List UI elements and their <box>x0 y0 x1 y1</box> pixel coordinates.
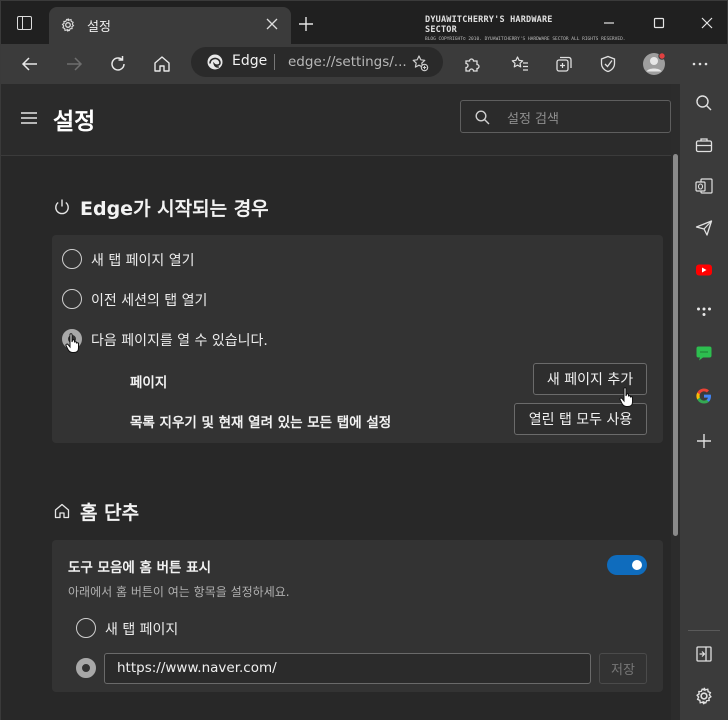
hand-cursor-icon <box>65 333 79 353</box>
page-title: 설정 <box>53 109 96 135</box>
tab-settings[interactable]: 설정 <box>49 7 291 45</box>
clear-and-set-label: 목록 지우기 및 현재 열려 있는 모든 탭에 설정 <box>130 415 392 431</box>
messenger-icon[interactable] <box>694 343 714 363</box>
show-home-toggle[interactable] <box>607 555 647 575</box>
home-url-value: https://www.naver.com/ <box>117 660 277 676</box>
sidebar-divider <box>688 630 720 631</box>
power-icon <box>55 199 69 215</box>
search-icon[interactable] <box>694 93 714 113</box>
home-button[interactable] <box>149 51 175 77</box>
home-card: 도구 모음에 홈 버튼 표시 아래에서 홈 버튼이 여는 항목을 설정하세요. … <box>52 540 663 692</box>
site-label: Edge <box>232 53 268 69</box>
toolbar: Edge edge://settings/... <box>0 44 728 84</box>
watermark-copyright: BLOG COPYRIGHT© 2010. DYUAWITCHERRY'S HA… <box>425 37 626 42</box>
add-icon[interactable] <box>694 431 714 451</box>
tools-briefcase-icon[interactable] <box>694 135 714 155</box>
maximize-button[interactable] <box>649 13 669 33</box>
home-icon <box>154 56 170 72</box>
profile-button[interactable] <box>641 51 667 77</box>
radio-previous-session[interactable] <box>62 289 82 309</box>
google-icon[interactable] <box>694 386 714 406</box>
extensions-button[interactable] <box>459 51 485 77</box>
radio-new-tab[interactable] <box>62 249 82 269</box>
watermark: DYUAWITCHERRY'S HARDWARE SECTOR BLOG COP… <box>425 15 626 42</box>
option-specific-pages-label: 다음 페이지를 열 수 있습니다. <box>91 333 268 349</box>
heart-shield-icon <box>600 55 616 73</box>
gear-icon <box>61 18 75 32</box>
show-home-label: 도구 모음에 홈 버튼 표시 <box>68 560 211 576</box>
favorites-icon <box>511 56 528 71</box>
back-arrow-icon <box>21 57 37 71</box>
address-bar[interactable]: Edge edge://settings/... <box>191 47 443 77</box>
settings-page: 설정 설정 검색 Edge가 시작되는 경우 새 탭 페이지 열기 이전 세션의… <box>0 84 681 720</box>
option-previous-session-label: 이전 세션의 탭 열기 <box>91 293 208 309</box>
youtube-icon[interactable] <box>694 260 714 280</box>
radio-home-new-tab[interactable] <box>76 618 96 638</box>
search-input[interactable]: 설정 검색 <box>460 100 671 133</box>
radio-home-url[interactable] <box>76 658 96 678</box>
refresh-button[interactable] <box>105 51 131 77</box>
collections-button[interactable] <box>551 51 577 77</box>
new-tab-button[interactable] <box>297 15 315 33</box>
browser-essentials-button[interactable] <box>595 51 621 77</box>
close-tab-icon[interactable] <box>265 17 279 31</box>
url-text[interactable]: edge://settings/... <box>288 54 407 70</box>
puzzle-icon <box>465 58 480 72</box>
startup-section-title: Edge가 시작되는 경우 <box>80 198 269 220</box>
add-favorite-icon[interactable] <box>411 54 429 72</box>
settings-content: Edge가 시작되는 경우 새 탭 페이지 열기 이전 세션의 탭 열기 다음 … <box>1 156 681 720</box>
refresh-icon <box>111 56 125 71</box>
title-bar: 설정 DYUAWITCHERRY'S HARDWARE SECTOR BLOG … <box>0 0 728 45</box>
save-button[interactable]: 저장 <box>599 653 647 684</box>
hand-cursor-icon <box>619 387 633 407</box>
favorites-button[interactable] <box>507 51 533 77</box>
search-icon <box>475 110 490 125</box>
edge-sidebar <box>680 84 728 720</box>
sidebar-collapse-icon[interactable] <box>694 644 714 664</box>
outlook-icon[interactable] <box>694 176 714 196</box>
search-placeholder: 설정 검색 <box>507 112 559 127</box>
watermark-title: DYUAWITCHERRY'S HARDWARE SECTOR <box>425 15 553 35</box>
close-window-button[interactable] <box>697 13 717 33</box>
home-section-title: 홈 단추 <box>80 502 140 524</box>
gear-icon[interactable] <box>694 686 714 706</box>
forward-button[interactable] <box>61 51 87 77</box>
home-new-tab-label: 새 탭 페이지 <box>105 622 179 638</box>
option-new-tab-label: 새 탭 페이지 열기 <box>91 253 195 269</box>
minimize-button[interactable] <box>599 13 619 33</box>
tab-title: 설정 <box>87 20 111 35</box>
more-menu-button[interactable] <box>687 51 713 77</box>
address-separator <box>274 54 275 70</box>
home-url-input[interactable]: https://www.naver.com/ <box>104 653 591 684</box>
avatar <box>643 52 666 75</box>
startup-card: 새 탭 페이지 열기 이전 세션의 탭 열기 다음 페이지를 열 수 있습니다.… <box>52 235 663 443</box>
window-menu-icon[interactable] <box>17 16 32 30</box>
send-plane-icon[interactable] <box>694 218 714 238</box>
hamburger-menu-icon[interactable] <box>21 112 37 124</box>
collections-icon <box>556 56 572 72</box>
settings-header: 설정 설정 검색 <box>1 84 681 156</box>
dots-app-icon[interactable] <box>694 302 714 322</box>
edge-logo-icon <box>207 54 223 70</box>
home-description: 아래에서 홈 버튼이 여는 항목을 설정하세요. <box>68 585 290 599</box>
scrollbar-thumb[interactable] <box>673 154 678 536</box>
page-scrollbar[interactable] <box>671 84 680 720</box>
back-button[interactable] <box>17 51 43 77</box>
pages-label: 페이지 <box>130 375 168 391</box>
home-icon <box>54 503 70 519</box>
forward-arrow-icon <box>67 57 83 71</box>
more-dots-icon <box>692 62 708 66</box>
